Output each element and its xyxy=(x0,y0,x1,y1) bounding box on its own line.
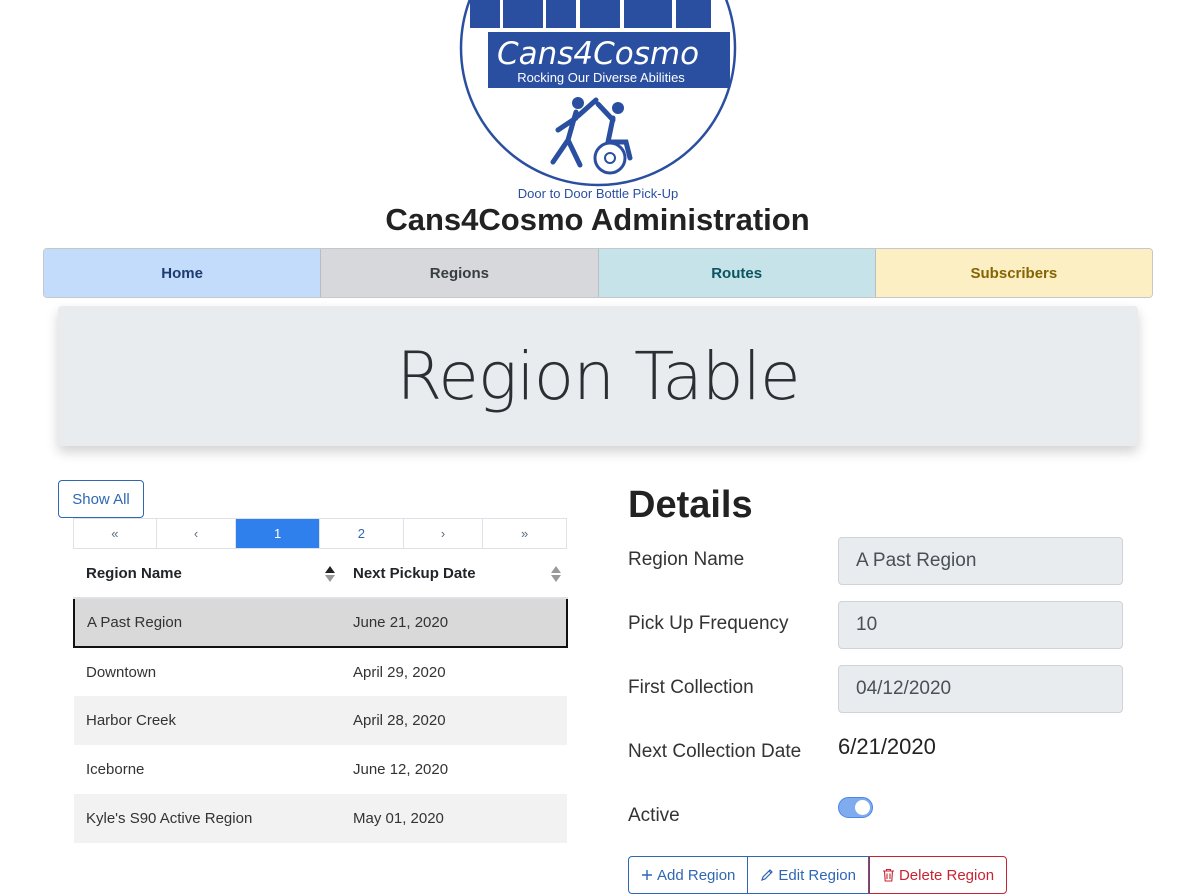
main-nav: Home Regions Routes Subscribers xyxy=(43,248,1153,298)
logo-tagline-text: Rocking Our Diverse Abilities xyxy=(517,70,685,85)
pickup-date-cell: June 12, 2020 xyxy=(353,761,449,778)
next-collection-label: Next Collection Date xyxy=(628,741,802,762)
show-all-button[interactable]: Show All xyxy=(58,480,144,518)
column-header-label: Next Pickup Date xyxy=(353,565,476,582)
region-name-cell: A Past Region xyxy=(73,597,341,648)
pickup-date-cell: April 28, 2020 xyxy=(341,696,567,745)
next-collection-value: 6/21/2020 xyxy=(838,734,936,759)
active-label: Active xyxy=(628,805,680,826)
page-prev-button[interactable]: ‹ xyxy=(157,519,237,548)
edit-region-label: Edit Region xyxy=(778,866,856,884)
column-header-label: Region Name xyxy=(86,565,182,582)
page-last-button[interactable]: » xyxy=(483,519,566,548)
column-header-region-name[interactable]: Region Name xyxy=(74,550,341,599)
jumbotron-title: Region Table xyxy=(396,337,800,415)
region-name-field[interactable]: A Past Region xyxy=(838,537,1123,585)
delete-region-button[interactable]: Delete Region xyxy=(868,856,1008,894)
region-name-cell: Harbor Creek xyxy=(74,696,341,745)
trash-icon xyxy=(882,868,895,882)
cans4cosmo-logo: Cans4Cosmo Rocking Our Diverse Abilities… xyxy=(458,0,738,201)
pickup-date-cell: April 29, 2020 xyxy=(353,663,446,681)
logo-subtitle-text: Door to Door Bottle Pick-Up xyxy=(518,186,678,200)
region-name-cell: Kyle's S90 Active Region xyxy=(74,794,341,843)
pickup-date-cell: June 21, 2020 xyxy=(341,597,568,648)
page-first-button[interactable]: « xyxy=(74,519,157,548)
region-name-cell: Downtown xyxy=(86,663,157,681)
first-collection-label: First Collection xyxy=(628,677,754,698)
table-row[interactable]: Kyle's S90 Active Region May 01, 2020 xyxy=(74,794,567,843)
page-title: Cans4Cosmo Administration xyxy=(385,202,810,237)
page-2-button[interactable]: 2 xyxy=(320,519,404,548)
region-table: Region Name Next Pickup Date A Past Regi… xyxy=(73,550,568,843)
add-region-button[interactable]: Add Region xyxy=(628,856,749,894)
logo-brand-text: Cans4Cosmo xyxy=(497,36,699,72)
plus-icon xyxy=(641,869,653,881)
nav-routes[interactable]: Routes xyxy=(598,249,876,297)
pagination: « ‹ 1 2 › » xyxy=(73,518,567,549)
details-title: Details xyxy=(628,484,753,526)
sort-icon xyxy=(551,566,561,582)
toggle-knob xyxy=(855,800,870,815)
nav-home[interactable]: Home xyxy=(44,249,322,297)
region-name-label: Region Name xyxy=(628,549,745,570)
sort-ascending-icon xyxy=(325,566,335,582)
first-collection-field[interactable]: 04/12/2020 xyxy=(838,665,1123,713)
region-actions: Add Region Edit Region Delete Region xyxy=(628,856,1008,894)
pickup-frequency-label: Pick Up Frequency xyxy=(628,613,789,634)
nav-regions[interactable]: Regions xyxy=(321,249,599,297)
table-row[interactable]: Iceborne June 12, 2020 xyxy=(74,745,567,794)
pencil-icon xyxy=(760,868,774,882)
page-1-button[interactable]: 1 xyxy=(236,519,320,548)
table-row[interactable]: Downtown April 29, 2020 xyxy=(74,647,567,696)
nav-subscribers[interactable]: Subscribers xyxy=(875,249,1152,297)
edit-region-button[interactable]: Edit Region xyxy=(748,856,869,894)
active-toggle[interactable] xyxy=(838,797,873,818)
pickup-frequency-field[interactable]: 10 xyxy=(838,601,1123,649)
column-header-next-pickup[interactable]: Next Pickup Date xyxy=(341,550,567,599)
table-row[interactable]: A Past Region June 21, 2020 xyxy=(73,597,568,648)
page-next-button[interactable]: › xyxy=(404,519,484,548)
table-row[interactable]: Harbor Creek April 28, 2020 xyxy=(74,696,567,745)
delete-region-label: Delete Region xyxy=(898,866,995,884)
jumbotron: Region Table xyxy=(58,306,1138,446)
pickup-date-cell: May 01, 2020 xyxy=(341,794,567,843)
add-region-label: Add Region xyxy=(657,866,736,884)
region-name-cell: Iceborne xyxy=(86,761,145,778)
